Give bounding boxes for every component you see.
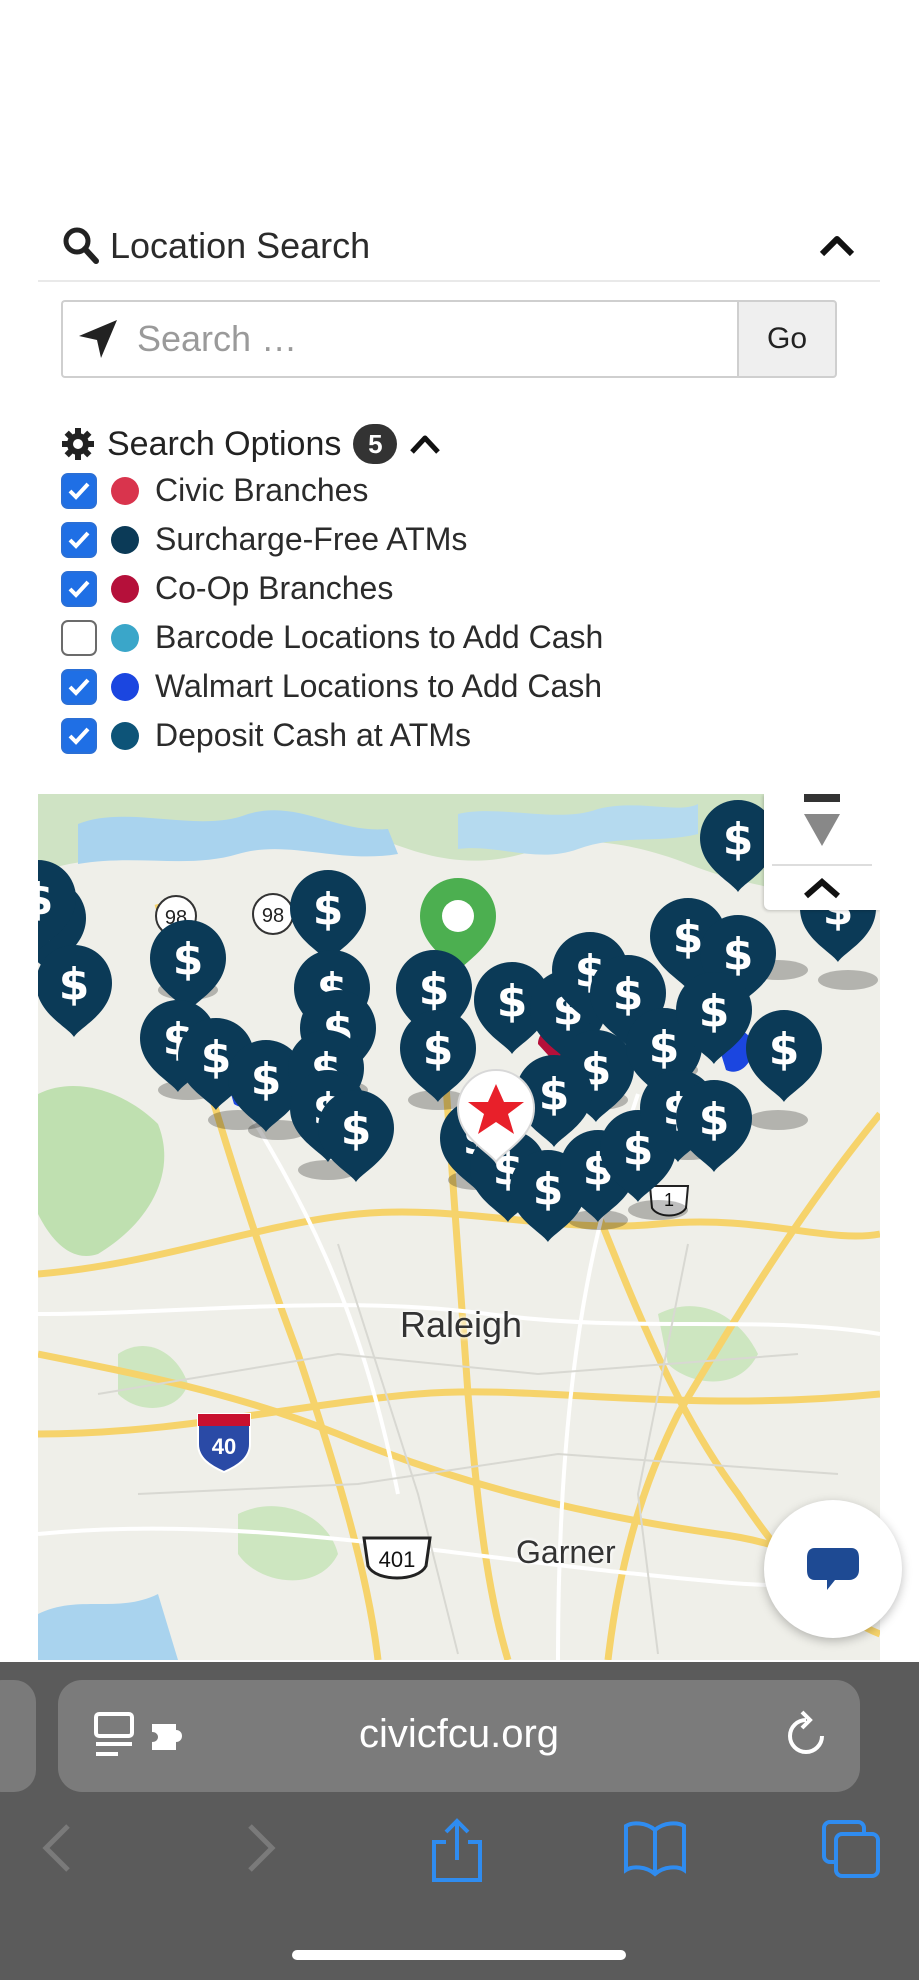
legend-dot [111,574,139,603]
checkbox-checked[interactable] [61,472,97,509]
option-barcode-locations[interactable]: Barcode Locations to Add Cash [61,613,603,662]
chevron-up-icon[interactable] [818,232,856,258]
go-button[interactable]: Go [737,300,837,378]
gear-icon [62,428,94,460]
map-control-divider [772,864,872,866]
page: Location Search Go [0,0,919,1980]
location-arrow-icon[interactable] [75,316,121,362]
checkbox-unchecked[interactable] [61,619,97,656]
highway-shield-401: 401 [362,1536,432,1580]
search-box[interactable] [61,300,737,378]
option-civic-branches[interactable]: Civic Branches [61,466,603,515]
city-label-garner: Garner [516,1534,616,1570]
browser-chrome: civicfcu.org [0,1662,919,1980]
search-options-list: Civic Branches Surcharge-Free ATMs Co-Op… [61,466,603,760]
checkbox-checked[interactable] [61,717,97,754]
chevron-up-icon[interactable] [409,433,441,455]
option-label: Surcharge-Free ATMs [155,521,468,557]
chat-button[interactable] [764,1500,902,1638]
search-options-header[interactable]: Search Options 5 [61,420,441,468]
share-icon[interactable] [430,1818,484,1884]
checkbox-checked[interactable] [61,521,97,558]
option-label: Walmart Locations to Add Cash [155,668,603,704]
svg-text:401: 401 [379,1547,416,1572]
tabs-icon[interactable] [820,1818,882,1880]
search-input[interactable] [137,318,637,360]
map[interactable]: $ [38,794,880,1660]
location-search-header[interactable]: Location Search [38,212,880,282]
legend-dot [111,721,139,750]
home-indicator[interactable] [292,1950,626,1960]
highway-shield-98: 98 [252,893,294,935]
option-label: Co-Op Branches [155,570,394,606]
option-walmart-locations[interactable]: Walmart Locations to Add Cash [61,662,603,711]
forward-icon[interactable] [240,1818,280,1878]
checkbox-checked[interactable] [61,668,97,705]
bookmarks-icon[interactable] [622,1818,688,1878]
search-options-title: Search Options [107,424,342,463]
option-label: Civic Branches [155,472,369,508]
city-label-raleigh: Raleigh [400,1304,523,1345]
svg-text:40: 40 [212,1434,236,1459]
svg-text:98: 98 [262,905,284,927]
legend-dot [111,672,139,701]
legend-dot [111,525,139,554]
legend-dot [111,476,139,505]
url-text: civicfcu.org [358,1712,560,1756]
map-control-icons[interactable] [764,794,880,910]
options-count-badge: 5 [353,424,398,464]
option-co-op-branches[interactable]: Co-Op Branches [61,564,603,613]
option-deposit-cash-atms[interactable]: Deposit Cash at ATMs [61,711,603,760]
search-row: Go [61,300,837,378]
address-bar[interactable]: civicfcu.org [58,1680,860,1792]
option-surcharge-free-atms[interactable]: Surcharge-Free ATMs [61,515,603,564]
previous-tab-stub[interactable] [0,1680,36,1792]
option-label: Deposit Cash at ATMs [155,717,471,753]
checkbox-checked[interactable] [61,570,97,607]
map-zoom-control[interactable] [764,794,880,910]
map-tiles: $ [38,794,880,1660]
chat-bubble-icon [807,1548,859,1590]
legend-dot [111,623,139,652]
back-icon[interactable] [38,1818,78,1878]
search-icon [63,227,99,264]
reload-icon[interactable] [782,1710,830,1760]
option-label: Barcode Locations to Add Cash [155,619,604,655]
location-search-title: Location Search [110,225,371,266]
